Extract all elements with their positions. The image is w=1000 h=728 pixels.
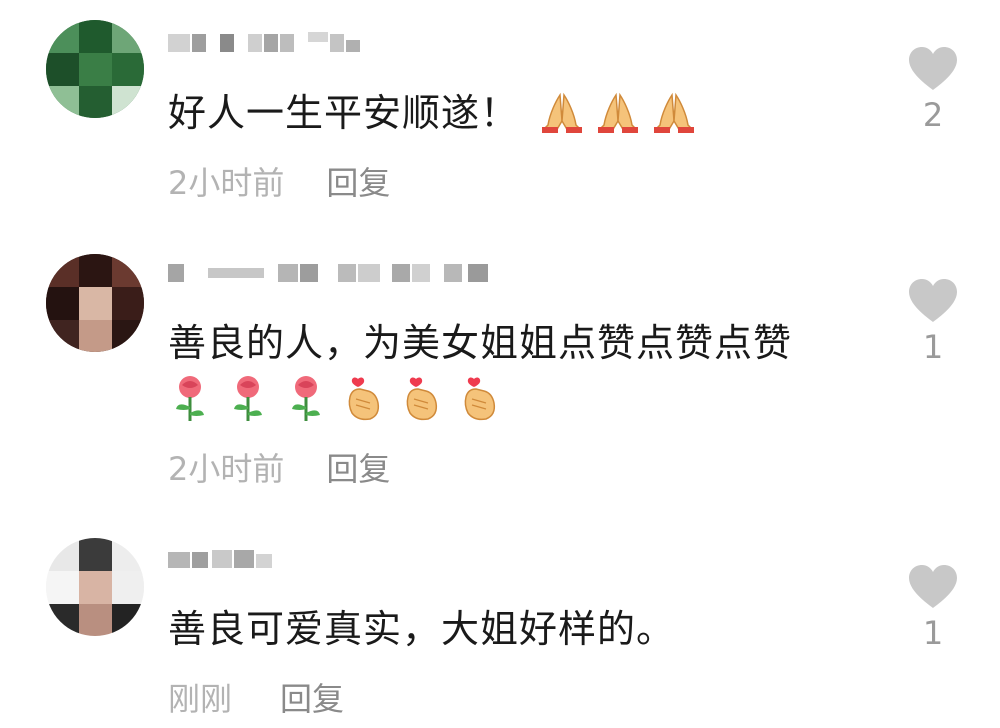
heart-icon[interactable]	[907, 278, 959, 324]
heart-icon[interactable]	[907, 46, 959, 92]
like-count: 2	[922, 96, 944, 134]
heart-hands-emoji-icon	[464, 377, 496, 421]
comment-text: 善良可爱真实，大姐好样的。	[168, 607, 676, 651]
comment-time: 刚刚	[168, 680, 233, 718]
reply-button[interactable]: 回复	[280, 674, 344, 720]
avatar[interactable]	[46, 20, 144, 118]
avatar[interactable]	[46, 538, 144, 636]
reply-button[interactable]: 回复	[326, 444, 390, 490]
like-button[interactable]: 2	[905, 46, 961, 134]
rose-emoji-icon	[234, 376, 262, 421]
username-blurred[interactable]	[168, 262, 508, 284]
pray-emoji-icon	[598, 92, 638, 133]
username-blurred[interactable]	[168, 32, 388, 54]
pray-emoji-icon	[654, 92, 694, 133]
comment-text: 好人一生平安顺遂！	[168, 91, 520, 135]
rose-emoji-icon	[292, 376, 320, 421]
heart-icon[interactable]	[907, 564, 959, 610]
comment-text: 善良的人，为美女姐姐点赞点赞点赞	[168, 321, 793, 365]
rose-emoji-icon	[176, 376, 204, 421]
like-count: 1	[922, 328, 944, 366]
like-count: 1	[922, 614, 944, 652]
like-button[interactable]: 1	[905, 278, 961, 366]
username-blurred[interactable]	[168, 548, 278, 570]
comment-time: 2小时前	[168, 164, 285, 202]
comment-meta: 2小时前 回复	[168, 158, 390, 204]
comment-meta: 刚刚 回复	[168, 674, 344, 720]
heart-hands-emoji-icon	[348, 377, 380, 421]
like-button[interactable]: 1	[905, 564, 961, 652]
avatar[interactable]	[46, 254, 144, 352]
comment-time: 2小时前	[168, 450, 285, 488]
comment-meta: 2小时前 回复	[168, 444, 390, 490]
heart-hands-emoji-icon	[406, 377, 438, 421]
comment-emojis	[168, 372, 502, 426]
comment-emojis	[540, 86, 696, 140]
reply-button[interactable]: 回复	[326, 158, 390, 204]
pray-emoji-icon	[542, 92, 582, 133]
